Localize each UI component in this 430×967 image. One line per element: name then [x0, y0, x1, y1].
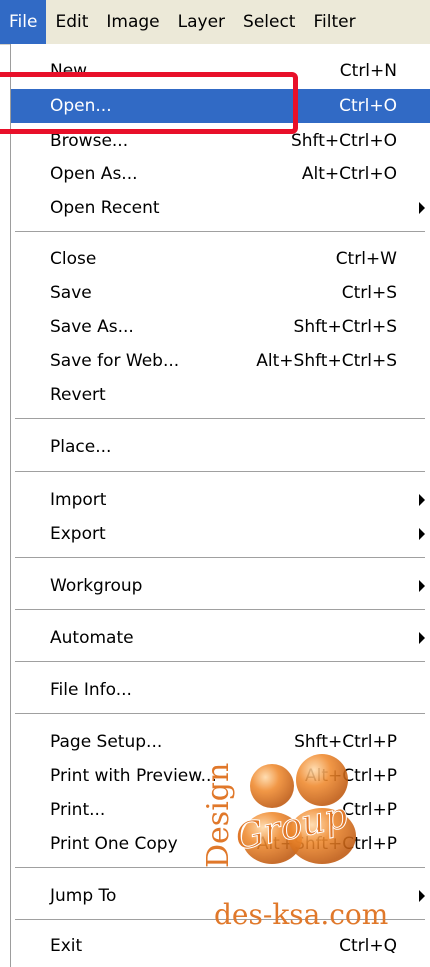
menu-item-save-as[interactable]: Save As... Shft+Ctrl+S — [11, 310, 430, 344]
menu-layer[interactable]: Layer — [169, 0, 234, 44]
menu-item-open-recent[interactable]: Open Recent — [11, 191, 430, 225]
submenu-arrow-icon — [419, 528, 425, 540]
menu-item-close[interactable]: Close Ctrl+W — [11, 242, 430, 276]
menu-separator — [15, 867, 425, 869]
menu-separator — [15, 471, 425, 473]
menu-item-shortcut: Ctrl+N — [339, 61, 397, 81]
submenu-arrow-icon — [419, 202, 425, 214]
menu-item-open[interactable]: Open... Ctrl+O — [11, 89, 430, 123]
menu-item-label: Workgroup — [50, 576, 143, 596]
menu-item-shortcut: Ctrl+P — [342, 800, 397, 820]
menu-separator — [15, 609, 425, 611]
menu-item-label: Browse... — [50, 131, 129, 151]
menu-item-label: Exit — [50, 936, 83, 956]
menu-item-shortcut: Alt+Shft+Ctrl+P — [256, 834, 397, 854]
menu-item-label: Page Setup... — [50, 732, 163, 752]
menu-edit[interactable]: Edit — [46, 0, 97, 44]
screenshot-root: File Edit Image Layer Select Filter New.… — [0, 0, 430, 967]
menu-item-jump-to[interactable]: Jump To — [11, 879, 430, 913]
menu-item-save[interactable]: Save Ctrl+S — [11, 276, 430, 310]
menu-separator — [15, 557, 425, 559]
menu-item-revert[interactable]: Revert — [11, 378, 430, 412]
menu-item-label: Open Recent — [50, 198, 160, 218]
menu-item-label: New... — [50, 61, 102, 81]
menu-item-label: Print with Preview... — [50, 766, 217, 786]
menu-item-print-one-copy[interactable]: Print One Copy Alt+Shft+Ctrl+P — [11, 827, 430, 861]
menu-item-shortcut: Alt+Shft+Ctrl+S — [256, 351, 397, 371]
menu-item-label: Automate — [50, 628, 134, 648]
menu-item-open-as[interactable]: Open As... Alt+Ctrl+O — [11, 157, 430, 191]
menu-image[interactable]: Image — [97, 0, 168, 44]
menu-item-label: Save As... — [50, 317, 134, 337]
menu-item-label: Save — [50, 283, 92, 303]
menu-item-exit[interactable]: Exit Ctrl+Q — [11, 929, 430, 963]
menu-item-label: Open... — [50, 96, 112, 116]
menu-item-shortcut: Shft+Ctrl+O — [290, 131, 397, 151]
menu-item-shortcut: Ctrl+Q — [339, 936, 397, 956]
menu-item-label: Print... — [50, 800, 106, 820]
menu-item-automate[interactable]: Automate — [11, 621, 430, 655]
menu-item-shortcut: Shft+Ctrl+P — [294, 732, 397, 752]
menu-separator — [15, 713, 425, 715]
menu-item-new[interactable]: New... Ctrl+N — [11, 54, 430, 88]
menu-item-label: Print One Copy — [50, 834, 178, 854]
menu-item-place[interactable]: Place... — [11, 430, 430, 464]
menu-item-browse[interactable]: Browse... Shft+Ctrl+O — [11, 124, 430, 158]
menu-item-shortcut: Alt+Ctrl+P — [304, 766, 397, 786]
menu-select[interactable]: Select — [234, 0, 304, 44]
menu-item-print[interactable]: Print... Ctrl+P — [11, 793, 430, 827]
menu-item-import[interactable]: Import — [11, 483, 430, 517]
submenu-arrow-icon — [419, 632, 425, 644]
menu-item-shortcut: Ctrl+W — [335, 249, 397, 269]
menu-item-label: Open As... — [50, 164, 138, 184]
menu-item-shortcut: Shft+Ctrl+S — [293, 317, 397, 337]
menu-item-label: Place... — [50, 437, 112, 457]
menu-item-label: Save for Web... — [50, 351, 180, 371]
menu-item-shortcut: Ctrl+O — [339, 96, 397, 116]
submenu-arrow-icon — [419, 890, 425, 902]
menu-item-workgroup[interactable]: Workgroup — [11, 569, 430, 603]
menu-item-shortcut: Ctrl+S — [341, 283, 397, 303]
menu-item-label: Close — [50, 249, 97, 269]
menu-bar: File Edit Image Layer Select Filter — [0, 0, 430, 45]
menu-item-file-info[interactable]: File Info... — [11, 673, 430, 707]
menu-filter[interactable]: Filter — [304, 0, 364, 44]
submenu-arrow-icon — [419, 494, 425, 506]
menu-item-export[interactable]: Export — [11, 517, 430, 551]
menu-item-label: File Info... — [50, 680, 132, 700]
menu-file[interactable]: File — [0, 0, 47, 44]
menu-item-label: Export — [50, 524, 106, 544]
menu-item-print-with-preview[interactable]: Print with Preview... Alt+Ctrl+P — [11, 759, 430, 793]
menu-item-save-for-web[interactable]: Save for Web... Alt+Shft+Ctrl+S — [11, 344, 430, 378]
menu-item-page-setup[interactable]: Page Setup... Shft+Ctrl+P — [11, 725, 430, 759]
menu-item-shortcut: Alt+Ctrl+O — [301, 164, 397, 184]
file-menu-dropdown: New... Ctrl+N Open... Ctrl+O Browse... S… — [10, 44, 430, 967]
menu-separator — [15, 231, 425, 233]
menu-separator — [15, 919, 425, 921]
menu-item-label: Import — [50, 490, 107, 510]
menu-separator — [15, 418, 425, 420]
menu-item-label: Jump To — [50, 886, 117, 906]
menu-separator — [15, 661, 425, 663]
submenu-arrow-icon — [419, 580, 425, 592]
menu-item-label: Revert — [50, 385, 106, 405]
